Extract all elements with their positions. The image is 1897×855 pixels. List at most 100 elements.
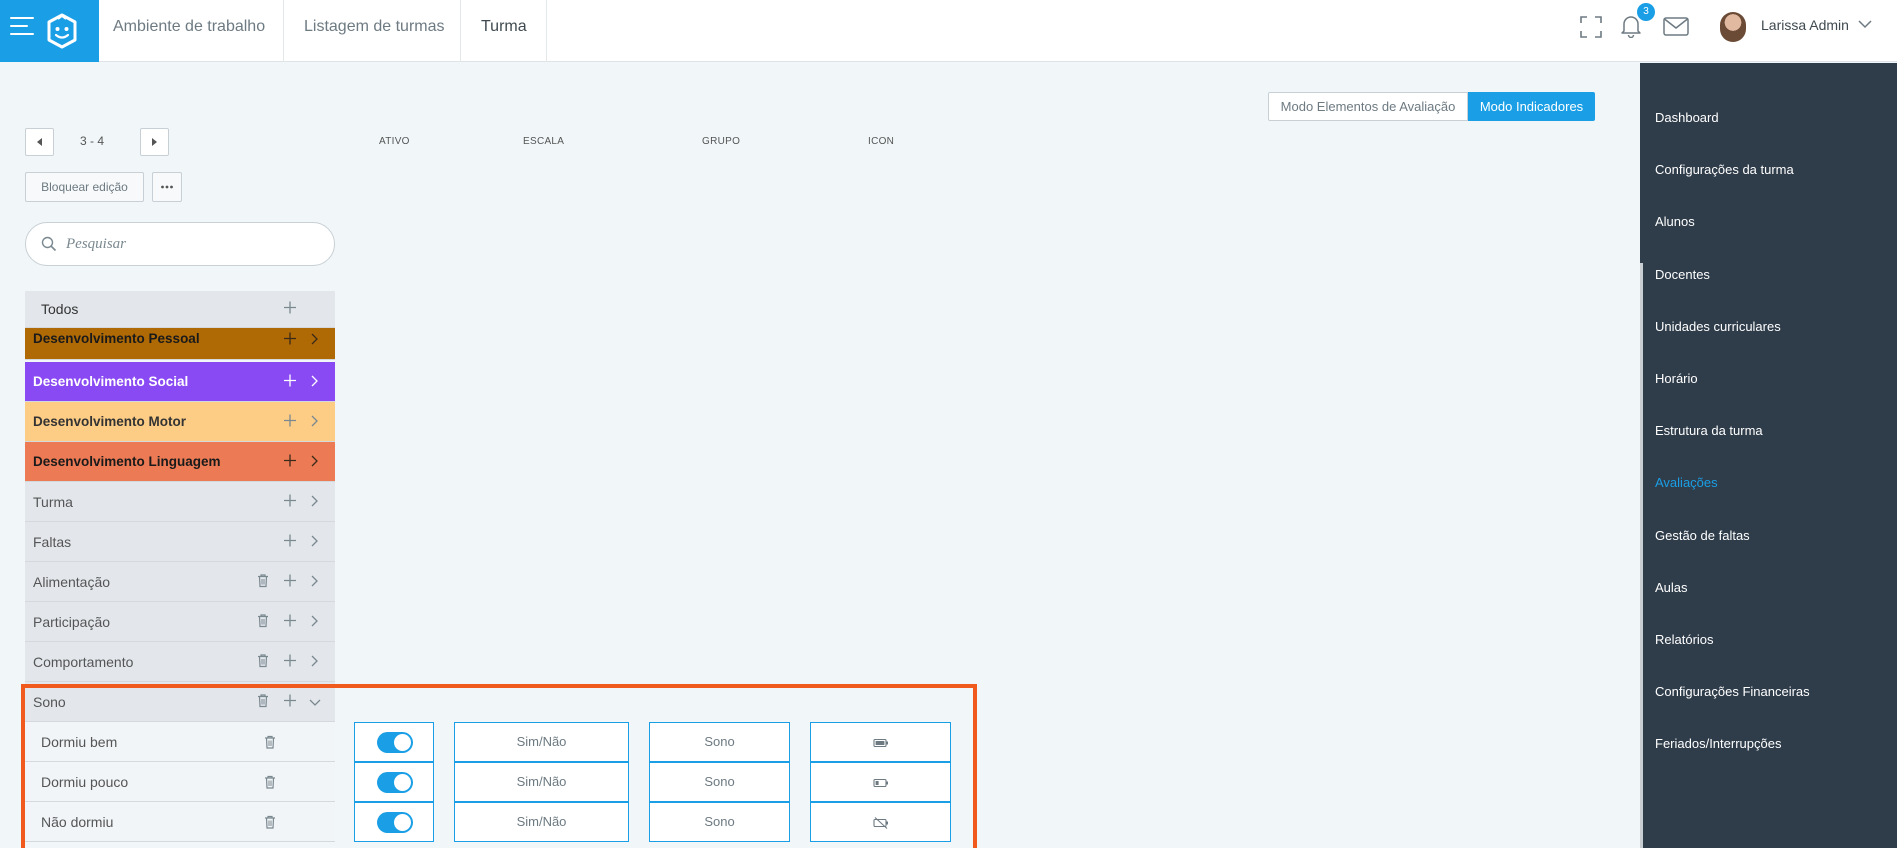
- trash-icon[interactable]: [264, 815, 276, 832]
- search-box: [25, 222, 335, 266]
- group-cell[interactable]: Sono: [649, 722, 790, 762]
- sidebar-item-class-settings[interactable]: Configurações da turma: [1655, 162, 1794, 177]
- chevron-right-icon[interactable]: [309, 574, 319, 590]
- group-row[interactable]: Desenvolvimento Social: [25, 362, 335, 402]
- active-cell: [354, 722, 434, 762]
- sidebar-item-teachers[interactable]: Docentes: [1655, 267, 1710, 282]
- mode-elements-button[interactable]: Modo Elementos de Avaliação: [1268, 92, 1468, 121]
- user-name[interactable]: Larissa Admin: [1761, 17, 1849, 33]
- add-icon[interactable]: [283, 301, 297, 318]
- sidebar-item-financial-settings[interactable]: Configurações Financeiras: [1655, 684, 1810, 699]
- notification-badge: 3: [1637, 3, 1655, 21]
- sidebar-item-dashboard[interactable]: Dashboard: [1655, 110, 1719, 125]
- group-label: Participação: [33, 614, 111, 630]
- battery-slash-icon: [872, 816, 889, 829]
- scale-cell[interactable]: Sim/Não: [454, 762, 629, 802]
- trash-icon[interactable]: [264, 735, 276, 752]
- avatar[interactable]: [1720, 12, 1746, 42]
- trash-icon[interactable]: [264, 775, 276, 792]
- fullscreen-icon[interactable]: [1580, 16, 1602, 38]
- trash-icon[interactable]: [257, 573, 269, 590]
- battery-full-icon: [872, 738, 889, 748]
- next-page-button[interactable]: [140, 128, 169, 156]
- group-label: Desenvolvimento Pessoal: [33, 331, 200, 346]
- sidebar-item-lessons[interactable]: Aulas: [1655, 580, 1688, 595]
- chevron-down-icon[interactable]: [1858, 19, 1872, 29]
- group-row[interactable]: Desenvolvimento Pessoal: [25, 328, 335, 360]
- group-row[interactable]: Desenvolvimento Motor: [25, 402, 335, 442]
- chevron-right-icon[interactable]: [309, 374, 319, 390]
- add-icon[interactable]: [283, 653, 297, 670]
- active-toggle[interactable]: [377, 772, 413, 793]
- group-label: Turma: [33, 494, 73, 510]
- sidebar-item-evaluations[interactable]: Avaliações: [1655, 475, 1718, 490]
- chevron-right-icon[interactable]: [309, 494, 319, 510]
- active-toggle[interactable]: [377, 812, 413, 833]
- sidebar-item-schedule[interactable]: Horário: [1655, 371, 1698, 386]
- prev-page-button[interactable]: [25, 128, 54, 156]
- sidebar-item-reports[interactable]: Relatórios: [1655, 632, 1714, 647]
- group-row[interactable]: Faltas: [25, 522, 335, 562]
- chevron-right-icon[interactable]: [309, 454, 319, 470]
- menu-icon[interactable]: [10, 17, 34, 37]
- icon-cell[interactable]: [810, 802, 951, 842]
- scale-cell[interactable]: Sim/Não: [454, 722, 629, 762]
- chevron-right-icon[interactable]: [309, 654, 319, 670]
- app-logo-icon: [47, 13, 77, 49]
- group-row[interactable]: Alimentação: [25, 562, 335, 602]
- add-icon[interactable]: [283, 332, 297, 349]
- group-cell[interactable]: Sono: [649, 762, 790, 802]
- more-options-button[interactable]: [152, 172, 182, 202]
- lock-editing-button[interactable]: Bloquear edição: [25, 172, 144, 202]
- add-icon[interactable]: [283, 413, 297, 430]
- group-cell[interactable]: Sono: [649, 802, 790, 842]
- add-icon[interactable]: [283, 533, 297, 550]
- chevron-right-icon[interactable]: [309, 332, 319, 348]
- sidebar-item-absence-management[interactable]: Gestão de faltas: [1655, 528, 1750, 543]
- group-row[interactable]: Todos: [25, 291, 335, 328]
- scale-cell[interactable]: Sim/Não: [454, 802, 629, 842]
- group-row[interactable]: Comportamento: [25, 642, 335, 682]
- add-icon[interactable]: [283, 573, 297, 590]
- indicator-row[interactable]: Não dormiu: [25, 802, 335, 842]
- sidebar-scrollbar[interactable]: [1640, 263, 1643, 848]
- add-icon[interactable]: [283, 693, 297, 710]
- breadcrumb-workspace[interactable]: Ambiente de trabalho: [99, 0, 284, 62]
- group-row[interactable]: Participação: [25, 602, 335, 642]
- chevron-right-icon[interactable]: [309, 614, 319, 630]
- icon-cell[interactable]: [810, 722, 951, 762]
- indicator-row[interactable]: Dormiu pouco: [25, 762, 335, 802]
- group-label: Desenvolvimento Motor: [33, 414, 187, 429]
- breadcrumb-class[interactable]: Turma: [461, 0, 547, 62]
- mode-indicators-button[interactable]: Modo Indicadores: [1468, 92, 1595, 121]
- add-icon[interactable]: [283, 373, 297, 390]
- group-label: Alimentação: [33, 574, 111, 590]
- brand-area: [0, 0, 99, 62]
- search-input[interactable]: [66, 233, 316, 255]
- chevron-right-icon[interactable]: [309, 534, 319, 550]
- chevron-down-icon[interactable]: [309, 694, 321, 710]
- add-icon[interactable]: [283, 453, 297, 470]
- group-row[interactable]: Turma: [25, 482, 335, 522]
- mail-icon[interactable]: [1663, 17, 1689, 36]
- breadcrumb-class-list[interactable]: Listagem de turmas: [284, 0, 461, 62]
- group-row[interactable]: Desenvolvimento Linguagem: [25, 442, 335, 482]
- group-label: Desenvolvimento Social: [33, 374, 189, 389]
- indicator-row[interactable]: Dormiu bem: [25, 722, 335, 762]
- sidebar-item-holidays[interactable]: Feriados/Interrupções: [1655, 736, 1781, 751]
- group-label: Todos: [41, 301, 79, 317]
- column-header-scale: ESCALA: [523, 136, 565, 147]
- icon-cell[interactable]: [810, 762, 951, 802]
- sidebar-item-curricular-units[interactable]: Unidades curriculares: [1655, 319, 1781, 334]
- add-icon[interactable]: [283, 613, 297, 630]
- group-row[interactable]: Sono: [25, 682, 335, 722]
- trash-icon[interactable]: [257, 653, 269, 670]
- group-label: Faltas: [33, 534, 72, 550]
- sidebar-item-class-structure[interactable]: Estrutura da turma: [1655, 423, 1763, 438]
- sidebar-item-students[interactable]: Alunos: [1655, 214, 1695, 229]
- add-icon[interactable]: [283, 493, 297, 510]
- active-toggle[interactable]: [377, 732, 413, 753]
- trash-icon[interactable]: [257, 693, 269, 710]
- chevron-right-icon[interactable]: [309, 414, 319, 430]
- trash-icon[interactable]: [257, 613, 269, 630]
